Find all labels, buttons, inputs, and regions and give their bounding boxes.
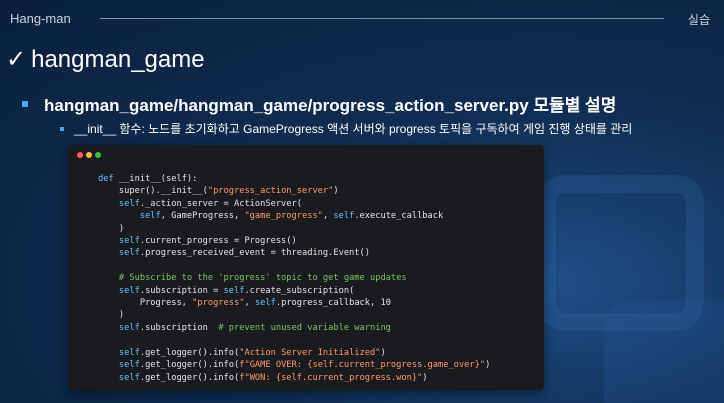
code-token: "progress" <box>192 298 245 309</box>
code-token: , <box>244 298 255 309</box>
code-line: super().__init__("progress_action_server… <box>98 185 490 197</box>
code-token: self <box>118 322 140 333</box>
code-token: Progress, <box>98 298 193 309</box>
code-token: # Subscribe to the 'progress' topic to g… <box>118 273 407 284</box>
code-token: self <box>139 211 161 222</box>
code-line: Progress, "progress", self.progress_call… <box>98 297 490 309</box>
code-window: def __init__(self): super().__init__("pr… <box>68 145 544 390</box>
code-token: , GameProgress, <box>160 211 245 222</box>
code-token: .progress_callback, 10 <box>275 298 391 309</box>
window-controls <box>77 152 104 158</box>
bullet-level1-text: hangman_game/hangman_game/progress_actio… <box>44 96 617 115</box>
code-token: self <box>118 372 140 383</box>
code-line: ) <box>98 309 490 321</box>
code-token: ) <box>98 223 125 234</box>
code-token: "Action Server Initialized" <box>239 347 381 358</box>
code-line: self.get_logger().info("Action Server In… <box>98 347 490 359</box>
code-token: self <box>118 248 140 259</box>
code-token: self <box>254 298 276 309</box>
maximize-dot-icon <box>95 152 101 158</box>
code-line: # Subscribe to the 'progress' topic to g… <box>98 272 490 284</box>
code-token: .progress_received_event = threading.Eve… <box>139 248 370 259</box>
code-token: ) <box>98 310 125 321</box>
code-line: self.current_progress = Progress() <box>98 235 490 247</box>
close-dot-icon <box>77 152 83 158</box>
code-token: self <box>118 198 140 209</box>
slide-header: Hang-man 실습 <box>0 0 724 36</box>
slide-title-text: hangman_game <box>31 46 205 73</box>
code-token: ._action_server = ActionServer( <box>139 198 302 209</box>
code-token: __init__(self): <box>113 174 198 184</box>
code-token: # prevent unused variable warning <box>218 322 391 333</box>
code-token: ) <box>333 186 339 197</box>
code-token: self <box>333 211 355 222</box>
code-token: .subscription <box>139 322 219 333</box>
code-line: self._action_server = ActionServer( <box>98 198 490 210</box>
code-line: self.progress_received_event = threading… <box>98 247 490 259</box>
code-token: .current_progress = Progress() <box>139 236 297 247</box>
code-line: self, GameProgress, "game_progress", sel… <box>98 210 490 222</box>
code-token: self <box>118 360 140 371</box>
square-bullet-icon <box>22 100 28 107</box>
code-token: ) <box>380 347 386 358</box>
code-line: self.subscription # prevent unused varia… <box>98 322 490 334</box>
code-token: super().__init__( <box>98 186 208 197</box>
header-section-label: 실습 <box>687 13 710 27</box>
slide-title: ✓ hangman_game <box>6 46 205 74</box>
code-token: , <box>322 211 334 222</box>
code-token: self <box>118 347 140 358</box>
code-token: ) <box>422 372 428 383</box>
code-token: .get_logger().info( <box>139 360 240 371</box>
code-token: f"WON: {self.current_progress.won}" <box>239 372 423 383</box>
code-token: .get_logger().info( <box>139 372 240 383</box>
background-decoration-lower <box>604 300 724 403</box>
header-title: Hang-man <box>10 11 71 26</box>
minimize-dot-icon <box>86 152 92 158</box>
code-token: f"GAME OVER: {self.current_progress.game… <box>239 360 486 371</box>
code-line: self.get_logger().info(f"WON: {self.curr… <box>98 372 490 384</box>
bullet-level2: __init__ 함수: 노드를 초기화하고 GameProgress 액션 서… <box>60 120 632 137</box>
code-token: .create_subscription( <box>244 285 355 296</box>
code-token: .get_logger().info( <box>139 347 240 358</box>
header-divider <box>100 18 664 19</box>
code-token: "game_progress" <box>244 211 323 222</box>
code-token: .execute_callback <box>354 211 444 222</box>
bullet-level1: hangman_game/hangman_game/progress_actio… <box>22 91 616 116</box>
code-line: self.get_logger().info(f"GAME OVER: {sel… <box>98 359 490 371</box>
code-token: self <box>118 285 140 296</box>
code-line: ) <box>98 223 490 235</box>
code-line: self.subscription = self.create_subscrip… <box>98 285 490 297</box>
code-token: "progress_action_server" <box>207 186 334 197</box>
checkmark-icon: ✓ <box>6 46 27 73</box>
code-token: .subscription = <box>139 285 224 296</box>
code-token: def <box>98 174 114 184</box>
square-bullet-small-icon <box>60 126 64 131</box>
bullet-level2-text: __init__ 함수: 노드를 초기화하고 GameProgress 액션 서… <box>74 122 633 136</box>
code-block: def __init__(self): super().__init__("pr… <box>98 173 490 384</box>
code-token: self <box>118 236 140 247</box>
code-line: def __init__(self): <box>98 173 490 185</box>
code-token: ) <box>485 360 491 371</box>
code-token: self <box>223 285 245 296</box>
